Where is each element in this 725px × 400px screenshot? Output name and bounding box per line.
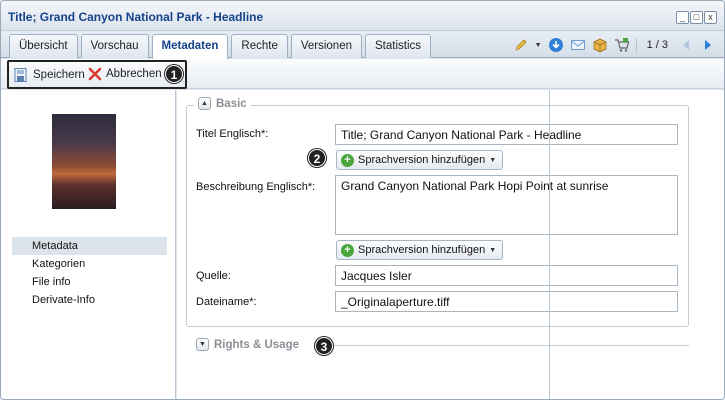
window-title: Title; Grand Canyon National Park - Head… — [8, 10, 264, 24]
title-input[interactable]: Title; Grand Canyon National Park - Head… — [335, 124, 678, 145]
pencil-menu-caret-icon[interactable]: ▼ — [535, 42, 542, 49]
rights-legend[interactable]: ▼ Rights & Usage — [196, 338, 302, 351]
pencil-icon[interactable] — [513, 37, 529, 53]
nav-item-derivate-info[interactable]: Derivate-Info — [12, 291, 167, 309]
left-nav: Metadata Kategorien File info Derivate-I… — [12, 237, 167, 309]
close-button[interactable]: x — [704, 11, 717, 24]
asset-thumbnail[interactable] — [52, 114, 116, 209]
maximize-button[interactable]: □ — [690, 11, 703, 24]
add-language-button-description[interactable]: + Sprachversion hinzufügen ▼ — [336, 240, 504, 260]
tab-rechte[interactable]: Rechte — [231, 34, 288, 58]
title-bar: Title; Grand Canyon National Park - Head… — [1, 1, 724, 31]
basic-legend-label: Basic — [216, 97, 247, 110]
rights-divider — [319, 345, 689, 346]
add-language-label: Sprachversion hinzufügen — [358, 244, 486, 256]
tab-tools: ▼ 1 / 3 — [513, 37, 716, 53]
add-language-button-title[interactable]: + Sprachversion hinzufügen ▼ — [336, 150, 504, 170]
nav-item-metadata[interactable]: Metadata — [12, 237, 167, 255]
chevron-down-icon: ▼ — [489, 246, 497, 254]
chevron-down-icon: ▼ — [489, 156, 497, 164]
cart-icon[interactable] — [614, 37, 630, 53]
toolbar-separator — [635, 38, 637, 52]
package-icon[interactable] — [592, 37, 608, 53]
add-language-label: Sprachversion hinzufügen — [358, 154, 486, 166]
rights-legend-label: Rights & Usage — [214, 338, 299, 351]
basic-legend[interactable]: ▲ Basic — [194, 97, 251, 110]
pager-text: 1 / 3 — [646, 39, 668, 51]
expand-down-icon[interactable]: ▼ — [196, 338, 209, 351]
description-label: Beschreibung Englisch*: — [196, 181, 316, 193]
tab-metadaten[interactable]: Metadaten — [151, 34, 229, 59]
mail-icon[interactable] — [570, 37, 586, 53]
callout-3: 3 — [315, 337, 333, 355]
asset-window: Title; Grand Canyon National Park - Head… — [0, 0, 725, 400]
prev-icon[interactable] — [678, 37, 694, 53]
tab-bar: Übersicht Vorschau Metadaten Rechte Vers… — [1, 31, 724, 59]
collapse-up-icon[interactable]: ▲ — [198, 97, 211, 110]
tabs: Übersicht Vorschau Metadaten Rechte Vers… — [9, 34, 432, 59]
callout-1: 1 — [165, 65, 183, 83]
tab-vorschau[interactable]: Vorschau — [80, 34, 149, 58]
tab-versionen[interactable]: Versionen — [290, 34, 362, 58]
tab-statistics[interactable]: Statistics — [365, 34, 432, 58]
nav-item-kategorien[interactable]: Kategorien — [12, 255, 167, 273]
description-textarea[interactable]: Grand Canyon National Park Hopi Point at… — [335, 175, 678, 235]
source-label: Quelle: — [196, 270, 231, 282]
download-icon[interactable] — [548, 37, 564, 53]
window-controls: _ □ x — [676, 11, 717, 24]
next-icon[interactable] — [700, 37, 716, 53]
nav-item-file-info[interactable]: File info — [12, 273, 167, 291]
minimize-button[interactable]: _ — [676, 11, 689, 24]
metadata-form: ▲ Basic Titel Englisch*: Title; Grand Ca… — [177, 90, 724, 399]
callout-2: 2 — [308, 149, 326, 167]
source-input[interactable]: Jacques Isler — [335, 265, 678, 286]
title-label: Titel Englisch*: — [196, 128, 269, 140]
plus-icon: + — [341, 153, 354, 167]
left-panel: Metadata Kategorien File info Derivate-I… — [1, 90, 176, 399]
plus-icon: + — [341, 243, 354, 257]
toolbar-highlight-box — [7, 60, 187, 89]
filename-label: Dateiname*: — [196, 296, 257, 308]
filename-input[interactable]: _Originalaperture.tiff — [335, 291, 678, 312]
main-right-border — [549, 90, 550, 399]
tab-uebersicht[interactable]: Übersicht — [9, 34, 78, 58]
